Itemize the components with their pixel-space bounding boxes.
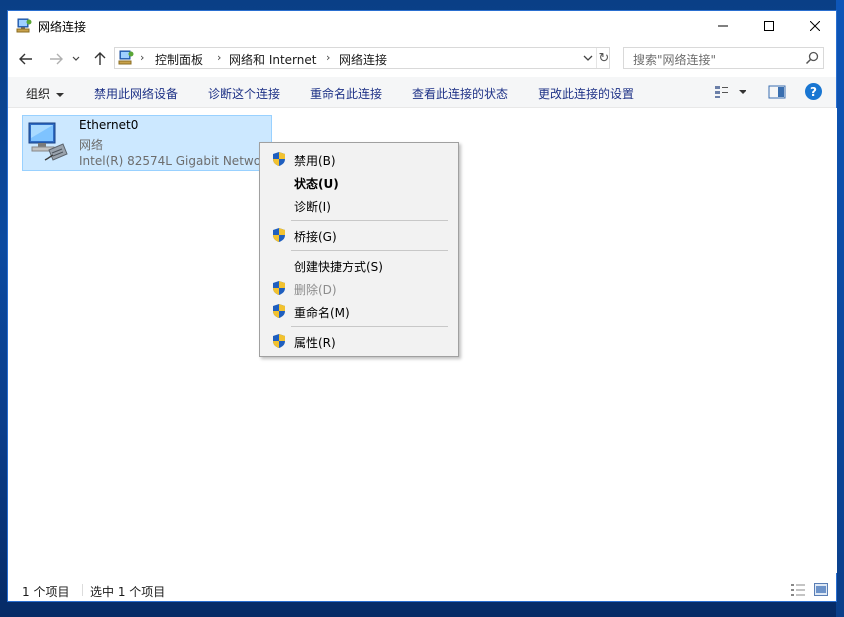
menu-item-bridge[interactable]: 桥接(G) (262, 224, 456, 246)
title-bar: 网络连接 (8, 11, 836, 41)
close-icon (810, 21, 820, 31)
menu-label: 创建快捷方式(S) (294, 260, 383, 274)
menu-label: 删除(D) (294, 283, 337, 297)
status-divider (82, 584, 83, 596)
search-box[interactable]: 搜索"网络连接" (623, 47, 824, 69)
organize-menu[interactable]: 组织 (26, 85, 65, 102)
menu-item-rename[interactable]: 重命名(M) (262, 300, 456, 322)
list-item-ethernet0[interactable]: Ethernet0 网络 Intel(R) 82574L Gigabit Net… (22, 115, 272, 171)
arrow-up-icon (94, 52, 106, 65)
change-settings-button[interactable]: 更改此连接的设置 (538, 85, 634, 102)
menu-item-properties[interactable]: 属性(R) (262, 330, 456, 352)
menu-label: 属性(R) (294, 336, 336, 350)
recent-locations-button[interactable] (70, 49, 82, 69)
control-panel-icon (118, 50, 134, 65)
rename-button[interactable]: 重命名此连接 (310, 85, 382, 102)
breadcrumb-separator-icon: › (140, 51, 145, 64)
menu-separator (291, 250, 448, 251)
minimize-button[interactable] (700, 11, 746, 41)
menu-label: 状态(U) (294, 177, 339, 191)
breadcrumb-separator-icon: › (217, 51, 222, 64)
chevron-down-icon (72, 56, 80, 61)
back-button[interactable] (16, 49, 36, 69)
menu-label: 诊断(I) (294, 200, 331, 214)
maximize-button[interactable] (746, 11, 792, 41)
forward-button[interactable] (46, 49, 66, 69)
menu-item-create-shortcut[interactable]: 创建快捷方式(S) (262, 254, 456, 276)
preview-pane-button[interactable] (768, 85, 786, 102)
minimize-icon (718, 25, 728, 27)
breadcrumb-control-panel[interactable]: 控制面板 (155, 51, 203, 68)
menu-separator (291, 220, 448, 221)
caret-down-icon (56, 92, 65, 97)
view-options-icon (715, 86, 747, 98)
maximize-icon (764, 21, 774, 31)
menu-item-disable[interactable]: 禁用(B) (262, 148, 456, 170)
help-button[interactable]: ? (805, 83, 822, 100)
menu-item-diagnose[interactable]: 诊断(I) (262, 194, 456, 216)
vertical-scrollbar[interactable] (824, 108, 837, 573)
details-view-icon[interactable] (790, 583, 806, 597)
refresh-button[interactable]: ↻ (596, 48, 611, 68)
large-icons-view-icon[interactable] (814, 583, 828, 597)
network-connections-icon (16, 18, 32, 33)
menu-separator (291, 326, 448, 327)
command-bar: 组织 禁用此网络设备 诊断这个连接 重命名此连接 查看此连接的状态 更改此连接的… (8, 77, 836, 108)
window-title: 网络连接 (38, 20, 87, 34)
breadcrumb-separator-icon: › (326, 51, 331, 64)
breadcrumb-network-connections[interactable]: 网络连接 (339, 51, 387, 68)
selected-count: 选中 1 个项目 (90, 585, 166, 599)
help-icon: ? (810, 84, 817, 99)
organize-label: 组织 (26, 87, 51, 101)
uac-shield-icon (273, 281, 285, 295)
search-icon[interactable] (805, 51, 819, 65)
status-bar: 1 个项目 选中 1 个项目 (8, 579, 836, 601)
uac-shield-icon (273, 334, 285, 348)
refresh-icon: ↻ (598, 50, 610, 66)
view-status-button[interactable]: 查看此连接的状态 (412, 85, 508, 102)
address-dropdown-icon[interactable] (581, 51, 595, 65)
uac-shield-icon (273, 228, 285, 242)
item-name: Ethernet0 (79, 118, 139, 132)
uac-shield-icon (273, 152, 285, 166)
preview-pane-icon (768, 85, 786, 99)
up-button[interactable] (90, 49, 110, 69)
item-adapter: Intel(R) 82574L Gigabit Netwo... (79, 154, 273, 168)
menu-item-delete: 删除(D) (262, 277, 456, 299)
change-view-button[interactable] (714, 85, 747, 102)
menu-label: 重命名(M) (294, 306, 350, 320)
network-adapter-icon (28, 122, 68, 161)
address-bar[interactable]: › 控制面板 › 网络和 Internet › 网络连接 ↻ (114, 47, 610, 69)
menu-item-status[interactable]: 状态(U) (262, 171, 456, 193)
item-status: 网络 (79, 138, 104, 152)
close-button[interactable] (792, 11, 838, 41)
desktop-background (836, 0, 844, 617)
item-count: 1 个项目 (22, 585, 70, 599)
breadcrumb-network-internet[interactable]: 网络和 Internet (229, 51, 316, 68)
menu-label: 禁用(B) (294, 154, 336, 168)
navigation-bar: › 控制面板 › 网络和 Internet › 网络连接 ↻ 搜索"网络连接" (8, 45, 836, 73)
disable-device-button[interactable]: 禁用此网络设备 (94, 85, 178, 102)
uac-shield-icon (273, 304, 285, 318)
context-menu: 禁用(B) 状态(U) 诊断(I) 桥接(G) 创建快捷方式(S) 删除(D) … (259, 142, 459, 357)
arrow-left-icon (19, 53, 32, 65)
search-placeholder: 搜索"网络连接" (633, 53, 717, 67)
arrow-right-icon (50, 53, 63, 65)
diagnose-button[interactable]: 诊断这个连接 (208, 85, 280, 102)
menu-label: 桥接(G) (294, 230, 337, 244)
